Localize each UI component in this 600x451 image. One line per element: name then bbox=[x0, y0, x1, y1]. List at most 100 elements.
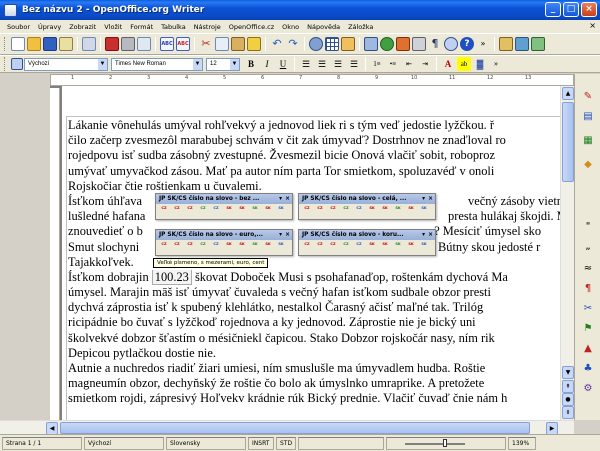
toolbar-grip[interactable] bbox=[4, 57, 7, 71]
cut-icon[interactable]: ✂ bbox=[199, 37, 213, 51]
convert-button[interactable]: CZ bbox=[172, 242, 182, 253]
close-window-button[interactable]: × bbox=[581, 2, 597, 17]
convert-button[interactable]: SK bbox=[237, 242, 247, 253]
horizontal-scrollbar[interactable]: ◀ ▶ bbox=[0, 420, 574, 435]
hyperlink-icon[interactable] bbox=[309, 37, 323, 51]
horizontal-scroll-thumb[interactable] bbox=[60, 422, 530, 434]
extension-icon-3[interactable] bbox=[531, 37, 545, 51]
bold-button[interactable]: B bbox=[244, 57, 258, 71]
extension-icon-i[interactable]: ♣ bbox=[581, 362, 595, 376]
convert-button[interactable]: CZ bbox=[354, 242, 364, 253]
zoom-icon[interactable] bbox=[444, 37, 458, 51]
convert-button[interactable]: CZ bbox=[185, 242, 195, 253]
background-color-icon[interactable]: ▓ bbox=[473, 57, 487, 71]
vertical-ruler[interactable] bbox=[50, 88, 60, 420]
convert-button[interactable]: CZ bbox=[315, 242, 325, 253]
zoom-level[interactable]: 139% bbox=[508, 436, 536, 450]
italic-button[interactable]: I bbox=[260, 57, 274, 71]
data-sources-icon[interactable] bbox=[412, 37, 426, 51]
page-style[interactable]: Výchozí bbox=[84, 436, 164, 450]
numbering-icon[interactable]: 1≡ bbox=[370, 57, 384, 71]
convert-button[interactable]: SK bbox=[263, 242, 273, 253]
minimize-button[interactable]: _ bbox=[545, 2, 561, 17]
edit-file-icon[interactable] bbox=[82, 37, 96, 51]
extension-icon-2[interactable] bbox=[515, 37, 529, 51]
align-center-icon[interactable]: ☰ bbox=[315, 57, 329, 71]
quote-open-icon[interactable]: " bbox=[581, 220, 595, 234]
floating-toolbar-cela[interactable]: JP SK/CS číslo na slovo - celá, ... ▾ × CZ… bbox=[298, 193, 436, 220]
convert-button[interactable]: CZ bbox=[172, 206, 182, 217]
toolbar-grip[interactable] bbox=[4, 37, 7, 51]
selection-mode[interactable]: STD bbox=[276, 436, 296, 450]
export-pdf-icon[interactable] bbox=[105, 37, 119, 51]
autospell-icon[interactable]: ABC bbox=[176, 37, 190, 51]
insert-mode[interactable]: INSRT bbox=[248, 436, 274, 450]
font-name-combo[interactable]: Times New Roman ▼ bbox=[111, 57, 203, 71]
show-draw-functions-icon[interactable] bbox=[341, 37, 355, 51]
menu-vlozit[interactable]: Vložit bbox=[100, 23, 126, 31]
convert-button[interactable]: SK bbox=[419, 206, 429, 217]
convert-button[interactable]: CZ bbox=[185, 206, 195, 217]
convert-button[interactable]: SK bbox=[263, 206, 273, 217]
bullets-icon[interactable]: •≡ bbox=[386, 57, 400, 71]
chevron-down-icon[interactable]: ▼ bbox=[193, 58, 202, 70]
menu-openoffice-cz[interactable]: OpenOffice.cz bbox=[225, 23, 278, 31]
font-size-combo[interactable]: 12 ▼ bbox=[206, 57, 240, 71]
vertical-scrollbar[interactable]: ▲ ▼ ⇞ ● ⇟ bbox=[560, 86, 574, 420]
format-paintbrush-icon[interactable] bbox=[247, 37, 261, 51]
quote-close-icon[interactable]: „ bbox=[581, 240, 595, 254]
convert-button[interactable]: SK bbox=[393, 206, 403, 217]
convert-button[interactable]: CZ bbox=[354, 206, 364, 217]
redo-icon[interactable]: ↷ bbox=[286, 37, 300, 51]
help-icon[interactable]: ? bbox=[460, 37, 474, 51]
convert-button[interactable]: SK bbox=[250, 206, 260, 217]
convert-button[interactable]: CZ bbox=[341, 242, 351, 253]
align-left-icon[interactable]: ☰ bbox=[299, 57, 313, 71]
floating-toolbar-title[interactable]: JP SK/CS číslo na slovo - euro,... ▾ × bbox=[156, 230, 292, 240]
floating-toolbar-euro[interactable]: JP SK/CS číslo na slovo - euro,... ▾ × CZ … bbox=[155, 229, 293, 256]
floating-toolbar-bez[interactable]: JP SK/CS číslo na slovo - bez ... ▾ × CZ C… bbox=[155, 193, 293, 220]
extension-icon-g[interactable]: ⚑ bbox=[581, 322, 595, 336]
convert-button[interactable]: CZ bbox=[315, 206, 325, 217]
table-icon[interactable] bbox=[325, 37, 339, 51]
floating-toolbar-title[interactable]: JP SK/CS číslo na slovo - bez ... ▾ × bbox=[156, 194, 292, 204]
convert-button[interactable]: SK bbox=[380, 206, 390, 217]
convert-button[interactable]: SK bbox=[367, 206, 377, 217]
horizontal-ruler[interactable]: 1 2 3 4 5 6 7 8 9 10 11 12 13 bbox=[50, 74, 574, 86]
zoom-slider[interactable] bbox=[405, 442, 465, 445]
undo-icon[interactable]: ↶ bbox=[270, 37, 284, 51]
zoom-knob[interactable] bbox=[443, 438, 447, 447]
email-icon[interactable] bbox=[59, 37, 73, 51]
menu-tabulka[interactable]: Tabulka bbox=[157, 23, 190, 31]
justify-icon[interactable]: ☰ bbox=[347, 57, 361, 71]
menu-zalozka[interactable]: Záložka bbox=[344, 23, 377, 31]
styles-formatting-icon[interactable] bbox=[11, 58, 23, 70]
language[interactable]: Slovensky bbox=[166, 436, 246, 450]
paragraph-style-combo[interactable]: Výchozí ▼ bbox=[24, 57, 108, 71]
extension-icon-c[interactable]: ▦ bbox=[581, 134, 595, 148]
convert-button[interactable]: CZ bbox=[211, 206, 221, 217]
scroll-up-icon[interactable]: ▲ bbox=[562, 87, 574, 100]
toolbar-overflow-icon[interactable]: » bbox=[489, 57, 503, 71]
underline-button[interactable]: U bbox=[276, 57, 290, 71]
menu-nastroje[interactable]: Nástroje bbox=[190, 23, 225, 31]
scroll-down-icon[interactable]: ▼ bbox=[562, 366, 574, 379]
convert-button[interactable]: CZ bbox=[302, 206, 312, 217]
extension-icon-h[interactable]: ▲ bbox=[581, 342, 595, 356]
new-document-icon[interactable] bbox=[11, 37, 25, 51]
floating-toolbar-title[interactable]: JP SK/CS číslo na slovo - celá, ... ▾ × bbox=[299, 194, 435, 204]
convert-button[interactable]: CZ bbox=[328, 242, 338, 253]
convert-button[interactable]: CZ bbox=[159, 242, 169, 253]
open-folder-icon[interactable] bbox=[27, 37, 41, 51]
align-right-icon[interactable]: ☰ bbox=[331, 57, 345, 71]
convert-button[interactable]: SK bbox=[276, 242, 286, 253]
menu-format[interactable]: Formát bbox=[126, 23, 157, 31]
copy-icon[interactable] bbox=[215, 37, 229, 51]
convert-button[interactable]: SK bbox=[224, 242, 234, 253]
extension-icon-j[interactable]: ⚙ bbox=[581, 382, 595, 396]
floating-toolbar-title[interactable]: JP SK/CS číslo na slovo - koru... ▾ × bbox=[299, 230, 435, 240]
floating-toolbar-koruna[interactable]: JP SK/CS číslo na slovo - koru... ▾ × CZ C… bbox=[298, 229, 436, 256]
convert-button[interactable]: SK bbox=[367, 242, 377, 253]
gallery-icon[interactable] bbox=[396, 37, 410, 51]
decrease-indent-icon[interactable]: ⇤ bbox=[402, 57, 416, 71]
